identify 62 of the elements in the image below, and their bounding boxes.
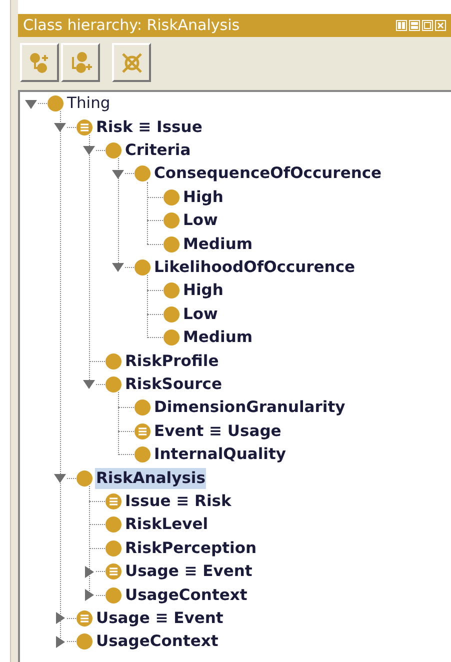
- class-label[interactable]: Usage ≡ Event: [95, 608, 224, 629]
- class-icon: [47, 95, 64, 112]
- class-label[interactable]: UsageContext: [124, 584, 248, 606]
- class-label[interactable]: RiskAnalysis: [95, 468, 206, 489]
- class-icon: [163, 306, 180, 323]
- class-icon: [163, 236, 180, 253]
- defined-class-icon: [76, 610, 93, 627]
- class-icon: [76, 633, 93, 650]
- expand-arrow-icon[interactable]: [82, 588, 96, 602]
- class-icon: [163, 329, 180, 346]
- class-label[interactable]: Low: [182, 210, 219, 232]
- collapse-arrow-icon[interactable]: [82, 377, 96, 392]
- class-icon: [163, 212, 180, 230]
- class-icon: [134, 446, 151, 464]
- defined-class-icon: [76, 118, 93, 136]
- class-label[interactable]: RiskSource: [124, 374, 223, 395]
- collapse-arrow-icon[interactable]: [111, 260, 125, 274]
- class-label[interactable]: Event ≡ Usage: [153, 420, 282, 442]
- add-sibling-button[interactable]: [61, 43, 100, 82]
- class-icon: [134, 165, 151, 182]
- class-label[interactable]: Medium: [182, 234, 254, 255]
- class-icon: [105, 142, 122, 159]
- defined-class-icon: [105, 563, 122, 580]
- class-label[interactable]: Thing: [66, 93, 112, 114]
- expand-arrow-icon[interactable]: [82, 564, 96, 579]
- panel-title: Class hierarchy: RiskAnalysis: [23, 18, 240, 33]
- class-label[interactable]: DimensionGranularity: [153, 397, 346, 418]
- class-label[interactable]: Criteria: [124, 140, 192, 161]
- class-icon: [105, 586, 122, 604]
- defined-class-icon: [105, 492, 122, 510]
- collapse-arrow-icon[interactable]: [53, 120, 67, 134]
- defined-class-icon: [134, 422, 151, 440]
- collapse-arrow-icon[interactable]: [82, 143, 96, 158]
- class-label[interactable]: Low: [182, 304, 219, 325]
- delete-class-icon: [120, 50, 144, 74]
- delete-class-button[interactable]: [112, 43, 151, 82]
- class-label[interactable]: UsageContext: [95, 631, 220, 652]
- class-icon: [105, 352, 122, 370]
- class-label[interactable]: RiskProfile: [124, 350, 220, 372]
- class-label[interactable]: RiskLevel: [124, 514, 210, 536]
- class-icon: [76, 470, 93, 487]
- add-subclass-button[interactable]: [20, 43, 59, 82]
- class-label[interactable]: InternalQuality: [153, 444, 287, 466]
- collapse-arrow-icon[interactable]: [53, 471, 67, 486]
- expand-arrow-icon[interactable]: [53, 611, 67, 626]
- class-label[interactable]: High: [182, 186, 224, 208]
- expand-arrow-icon[interactable]: [53, 634, 67, 649]
- class-icon: [105, 516, 122, 534]
- class-label[interactable]: Medium: [182, 327, 254, 348]
- class-icon: [134, 399, 151, 416]
- class-label[interactable]: LikelihoodOfOccurence: [153, 256, 356, 278]
- class-icon: [105, 540, 122, 557]
- class-icon: [134, 258, 151, 276]
- class-label[interactable]: RiskPerception: [124, 538, 258, 559]
- class-label[interactable]: ConsequenceOfOccurence: [153, 163, 383, 184]
- class-label[interactable]: Risk ≡ Issue: [95, 116, 204, 138]
- class-label[interactable]: Usage ≡ Event: [124, 561, 254, 582]
- class-icon: [163, 188, 180, 206]
- class-icon: [105, 376, 122, 393]
- class-label[interactable]: High: [182, 280, 224, 302]
- class-icon: [163, 282, 180, 300]
- class-label[interactable]: Issue ≡ Risk: [124, 490, 232, 512]
